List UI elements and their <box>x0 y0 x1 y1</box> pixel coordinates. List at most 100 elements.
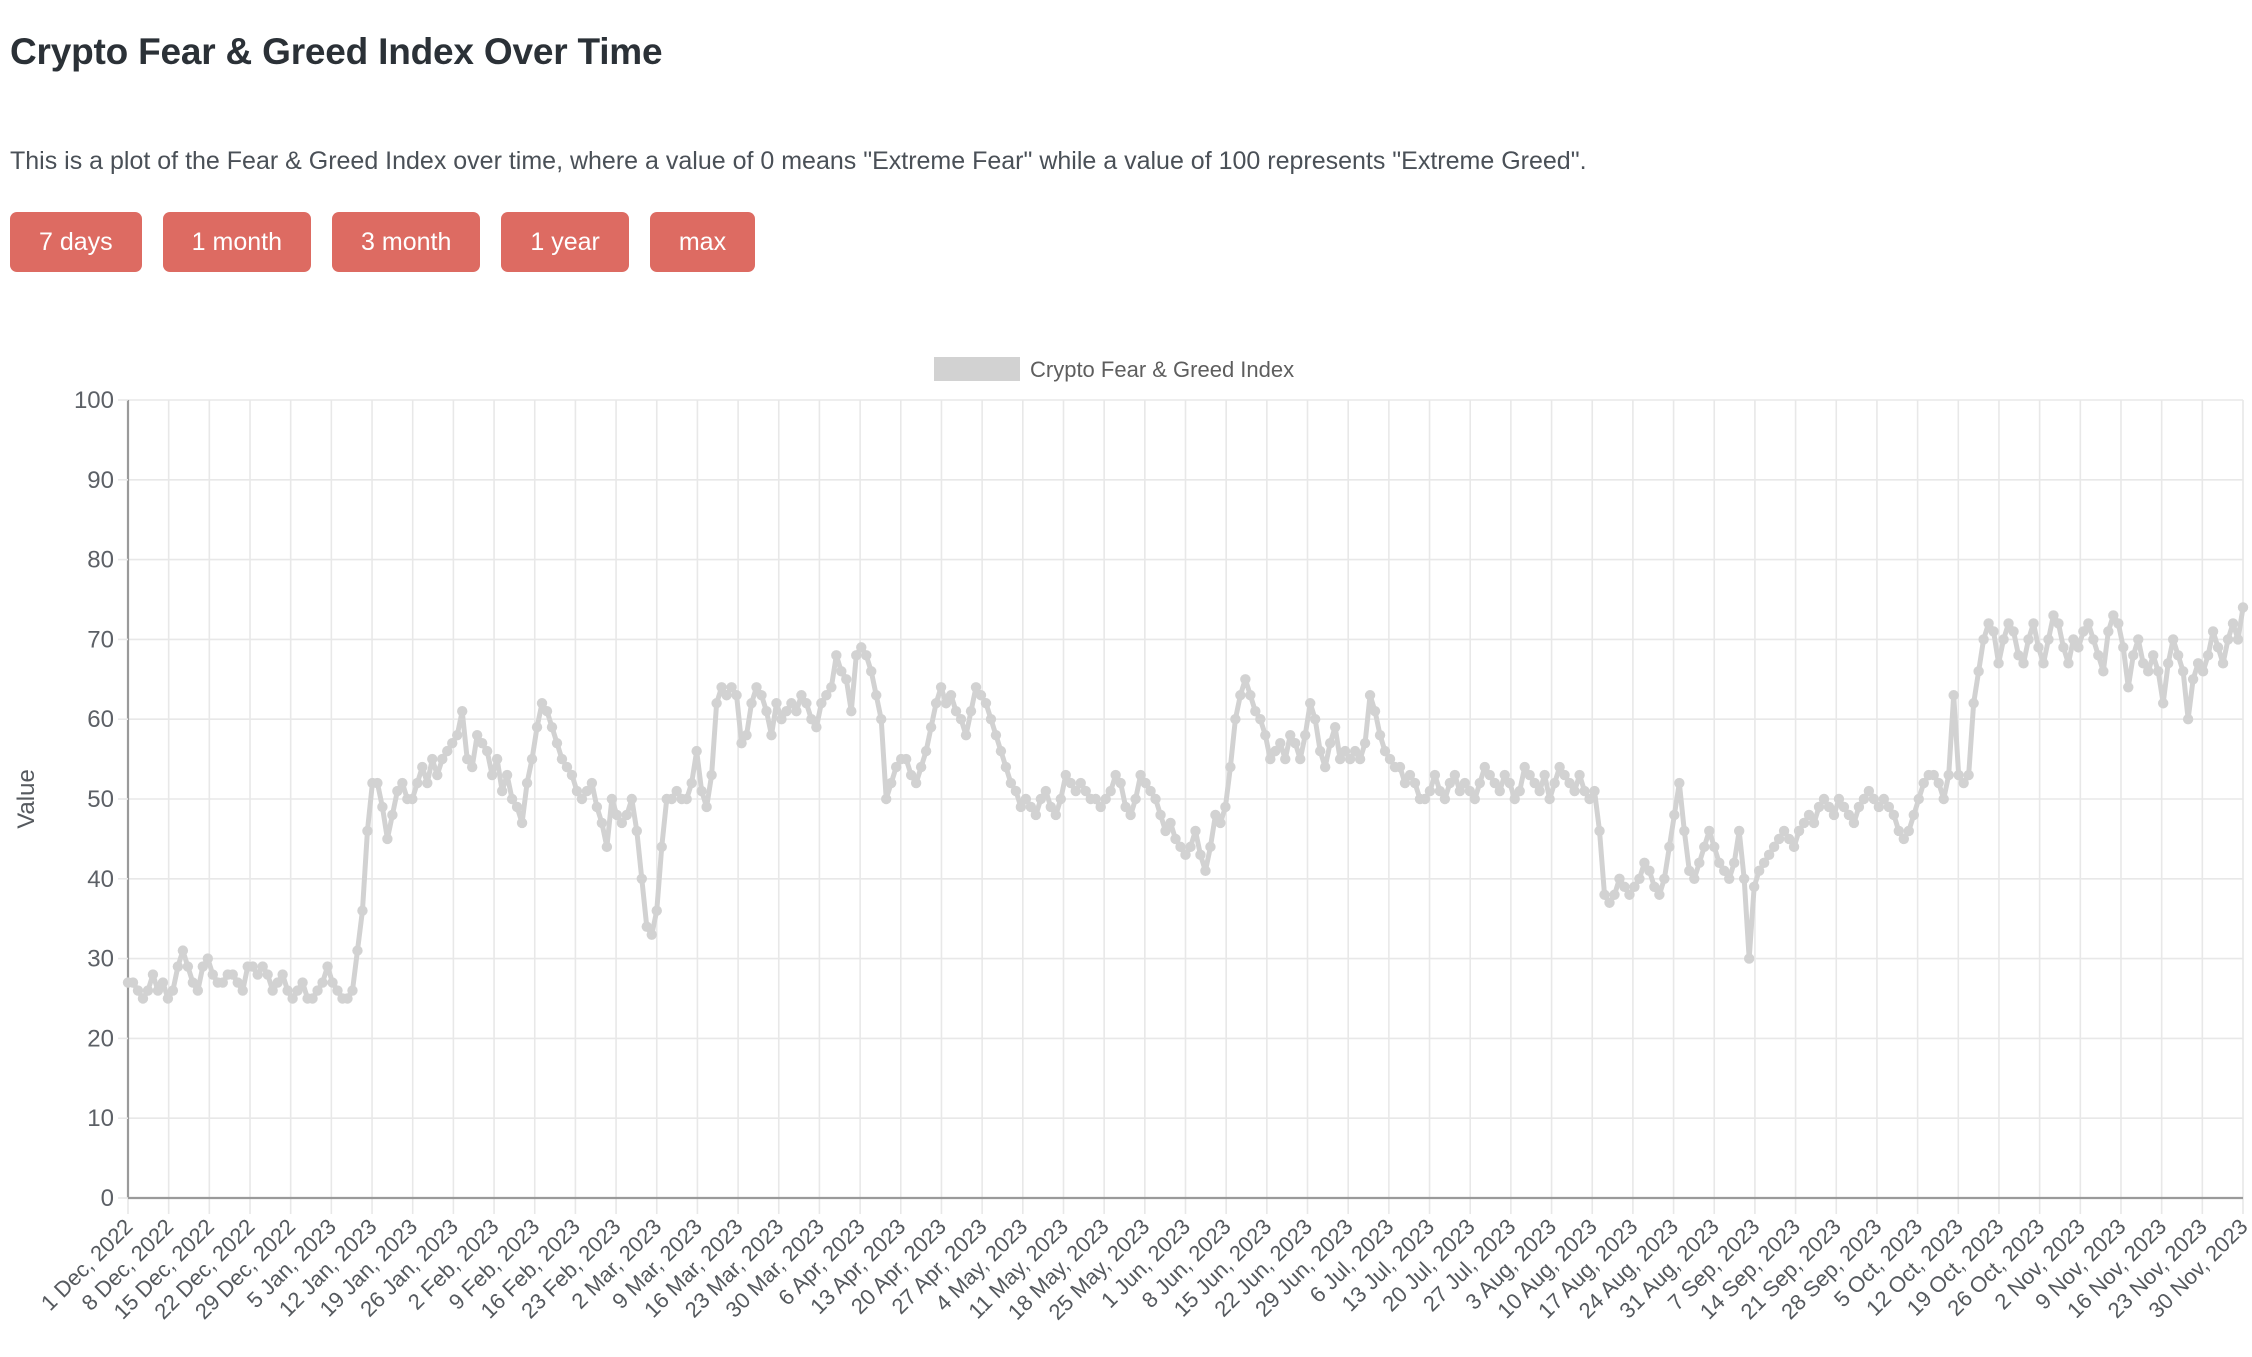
series-data-point[interactable] <box>182 961 194 972</box>
series-data-point[interactable] <box>2227 618 2239 629</box>
series-data-point[interactable] <box>546 721 558 733</box>
series-data-point[interactable] <box>915 761 927 773</box>
series-data-point[interactable] <box>801 698 812 709</box>
series-data-point[interactable] <box>357 905 368 916</box>
series-data-point[interactable] <box>2133 634 2144 645</box>
series-data-point[interactable] <box>711 698 722 709</box>
series-data-point[interactable] <box>2073 642 2084 653</box>
series-data-point[interactable] <box>2182 714 2194 725</box>
series-data-point[interactable] <box>1155 809 1166 821</box>
series-data-point[interactable] <box>2063 658 2074 669</box>
series-data-point[interactable] <box>960 729 972 741</box>
series-data-point[interactable] <box>1659 873 1670 884</box>
series-data-point[interactable] <box>1469 793 1481 805</box>
series-data-point[interactable] <box>516 817 528 829</box>
series-data-point[interactable] <box>1314 745 1326 757</box>
series-data-point[interactable] <box>511 801 523 813</box>
range-button-1-month[interactable]: 1 month <box>162 212 312 272</box>
series-data-point[interactable] <box>352 945 363 956</box>
series-data-point[interactable] <box>1569 785 1580 797</box>
series-data-point[interactable] <box>1449 769 1461 781</box>
series-data-point[interactable] <box>1255 714 1266 725</box>
series-data-point[interactable] <box>1040 785 1052 797</box>
series-data-point[interactable] <box>626 793 638 805</box>
series-data-point[interactable] <box>2202 650 2214 661</box>
series-data-point[interactable] <box>1609 889 1620 900</box>
series-data-point[interactable] <box>596 817 608 829</box>
range-button-max[interactable]: max <box>649 212 756 272</box>
series-data-point[interactable] <box>955 714 967 725</box>
series-data-point[interactable] <box>646 929 657 940</box>
series-data-point[interactable] <box>2118 642 2129 653</box>
series-data-point[interactable] <box>1260 729 1271 741</box>
series-data-point[interactable] <box>1848 817 1860 829</box>
series-data-point[interactable] <box>1324 737 1336 749</box>
series-data-point[interactable] <box>2123 682 2134 693</box>
series-data-point[interactable] <box>601 841 613 853</box>
series-data-point[interactable] <box>686 777 697 789</box>
series-data-point[interactable] <box>1679 825 1690 837</box>
series-data-point[interactable] <box>2232 634 2244 645</box>
series-data-point[interactable] <box>1888 809 1900 821</box>
series-data-point[interactable] <box>2212 642 2224 653</box>
series-data-point[interactable] <box>2162 658 2174 669</box>
series-data-point[interactable] <box>491 753 503 765</box>
series-data-point[interactable] <box>1205 841 1216 853</box>
series-data-point[interactable] <box>501 769 513 781</box>
series-data-point[interactable] <box>1709 841 1720 853</box>
series-data-point[interactable] <box>1374 729 1386 741</box>
series-data-point[interactable] <box>1215 817 1226 829</box>
series-data-point[interactable] <box>1748 881 1760 892</box>
series-data-point[interactable] <box>861 650 872 661</box>
series-data-point[interactable] <box>1948 690 1959 701</box>
series-data-point[interactable] <box>417 761 428 773</box>
series-data-point[interactable] <box>586 777 598 789</box>
series-data-point[interactable] <box>407 793 418 805</box>
series-data-point[interactable] <box>2093 650 2104 661</box>
series-data-point[interactable] <box>1000 761 1012 773</box>
series-data-point[interactable] <box>1913 793 1924 805</box>
series-data-point[interactable] <box>531 721 543 733</box>
series-data-point[interactable] <box>910 777 922 789</box>
series-data-point[interactable] <box>866 666 877 677</box>
series-data-point[interactable] <box>1295 753 1306 765</box>
series-data-point[interactable] <box>1644 865 1655 877</box>
series-data-point[interactable] <box>925 721 937 733</box>
series-data-point[interactable] <box>1549 777 1560 789</box>
series-data-point[interactable] <box>1963 769 1974 781</box>
series-data-point[interactable] <box>1544 793 1555 805</box>
series-data-point[interactable] <box>1978 634 1989 645</box>
series-data-point[interactable] <box>1729 857 1740 869</box>
series-data-point[interactable] <box>756 690 767 701</box>
series-data-point[interactable] <box>2177 666 2189 677</box>
series-data-point[interactable] <box>2172 650 2184 661</box>
series-data-point[interactable] <box>237 985 248 996</box>
series-data-point[interactable] <box>1190 825 1201 837</box>
series-data-point[interactable] <box>526 753 538 765</box>
series-data-point[interactable] <box>1150 793 1161 805</box>
series-data-point[interactable] <box>945 690 957 701</box>
series-data-point[interactable] <box>1275 737 1286 749</box>
series-data-point[interactable] <box>1594 825 1605 837</box>
series-data-point[interactable] <box>1105 785 1116 797</box>
series-data-point[interactable] <box>397 777 408 789</box>
series-data-point[interactable] <box>826 682 837 693</box>
series-data-point[interactable] <box>422 777 433 789</box>
series-data-point[interactable] <box>1030 809 1042 821</box>
series-data-point[interactable] <box>1309 714 1321 725</box>
series-data-point[interactable] <box>2043 634 2054 645</box>
series-data-point[interactable] <box>1185 841 1196 853</box>
range-button-3-month[interactable]: 3 month <box>332 212 481 272</box>
series-data-point[interactable] <box>1200 865 1211 877</box>
series-data-point[interactable] <box>1125 809 1136 821</box>
series-data-point[interactable] <box>1280 753 1291 765</box>
series-data-point[interactable] <box>551 737 563 749</box>
series-data-point[interactable] <box>876 714 887 725</box>
series-data-point[interactable] <box>277 969 288 980</box>
range-button-7-days[interactable]: 7 days <box>10 212 142 272</box>
series-data-point[interactable] <box>1674 777 1685 789</box>
series-data-point[interactable] <box>1055 793 1066 805</box>
series-data-point[interactable] <box>930 698 942 709</box>
series-data-point[interactable] <box>691 745 702 757</box>
series-data-point[interactable] <box>2197 666 2209 677</box>
